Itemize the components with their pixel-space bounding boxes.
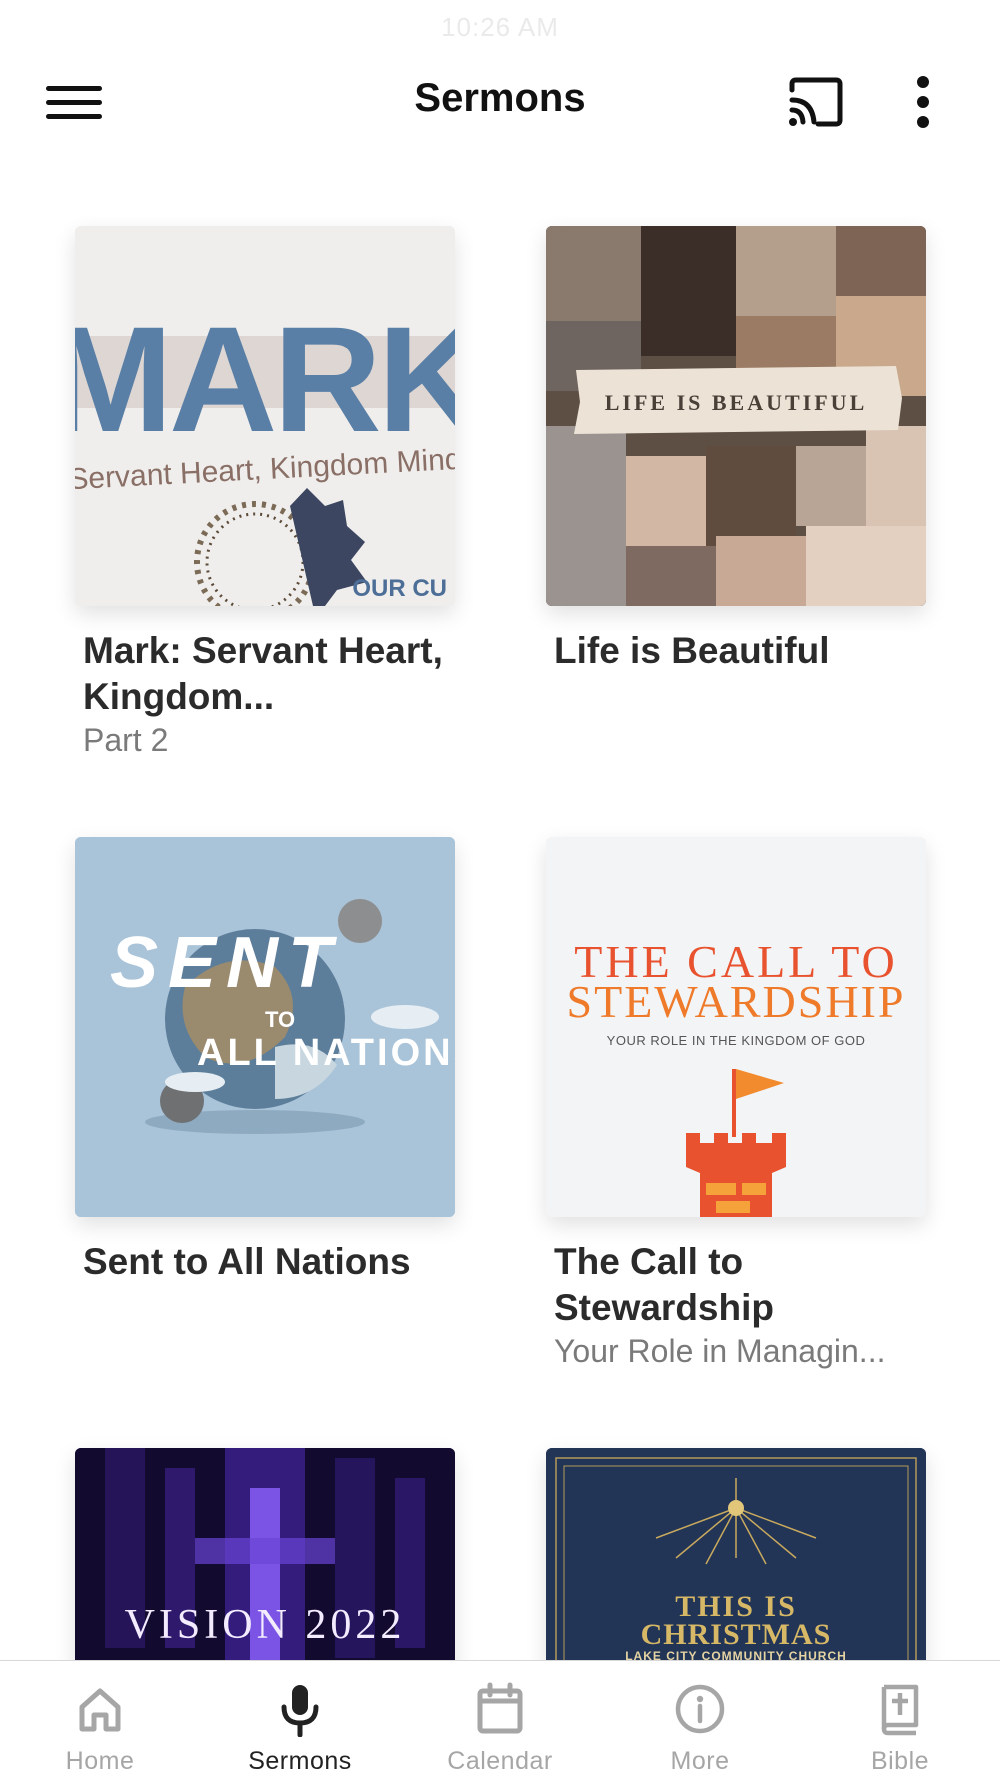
info-icon — [672, 1681, 728, 1737]
sermon-artwork: MARK Servant Heart, Kingdom Mind OUR CU — [75, 226, 455, 606]
sermon-artwork: LIFE IS BEAUTIFUL — [546, 226, 926, 606]
microphone-icon — [272, 1681, 328, 1738]
status-time: 10:26 AM — [441, 12, 559, 42]
sent-line1: SENT — [110, 923, 342, 1003]
nav-label: Calendar — [447, 1747, 553, 1775]
sermon-title: Sent to All Nations — [83, 1241, 411, 1282]
sent-line3: ALL NATIONS — [197, 1032, 455, 1074]
sermon-title: The Call to Stewardship — [554, 1241, 774, 1328]
bible-icon — [872, 1681, 928, 1737]
nav-label: More — [670, 1747, 730, 1775]
app-header: Sermons — [0, 60, 1000, 146]
cast-icon[interactable] — [786, 76, 846, 130]
nav-item-bible[interactable]: Bible — [800, 1661, 1000, 1778]
sermon-subtitle: Part 2 — [83, 722, 169, 758]
nav-item-calendar[interactable]: Calendar — [400, 1661, 600, 1778]
nav-label: Home — [65, 1747, 135, 1775]
mark-corner-text: OUR CU — [352, 575, 447, 602]
nav-item-home[interactable]: Home — [0, 1661, 200, 1778]
sermon-title: Mark: Servant Heart, Kingdom... — [83, 630, 443, 717]
nav-item-sermons[interactable]: Sermons — [200, 1661, 400, 1778]
stewardship-line2: STEWARDSHIP — [567, 976, 906, 1027]
sermon-artwork: SENT TO ALL NATIONS — [75, 837, 455, 1217]
vision-headline: VISION 2022 — [125, 1602, 406, 1648]
christmas-line2: CHRISTMAS — [641, 1618, 832, 1651]
sermon-title: Life is Beautiful — [554, 630, 830, 671]
bottom-nav: Home Sermons Calendar More Bible — [0, 1660, 1000, 1778]
nav-label: Bible — [870, 1747, 930, 1775]
calendar-icon — [472, 1681, 528, 1737]
sermon-artwork: THE CALL TO STEWARDSHIP YOUR ROLE IN THE… — [546, 837, 926, 1217]
home-icon — [72, 1681, 128, 1737]
mark-headline: MARK — [75, 295, 455, 463]
page-title: Sermons — [414, 76, 586, 120]
sermon-subtitle: Your Role in Managin... — [554, 1333, 886, 1369]
nav-label: Sermons — [248, 1747, 352, 1775]
life-banner-text: LIFE IS BEAUTIFUL — [605, 390, 868, 415]
nav-item-more[interactable]: More — [600, 1661, 800, 1778]
stewardship-tagline: YOUR ROLE IN THE KINGDOM OF GOD — [607, 1033, 866, 1048]
sent-line2: TO — [265, 1007, 295, 1032]
more-options-icon[interactable] — [906, 74, 942, 130]
status-bar: 10:26 AM — [0, 0, 1000, 50]
